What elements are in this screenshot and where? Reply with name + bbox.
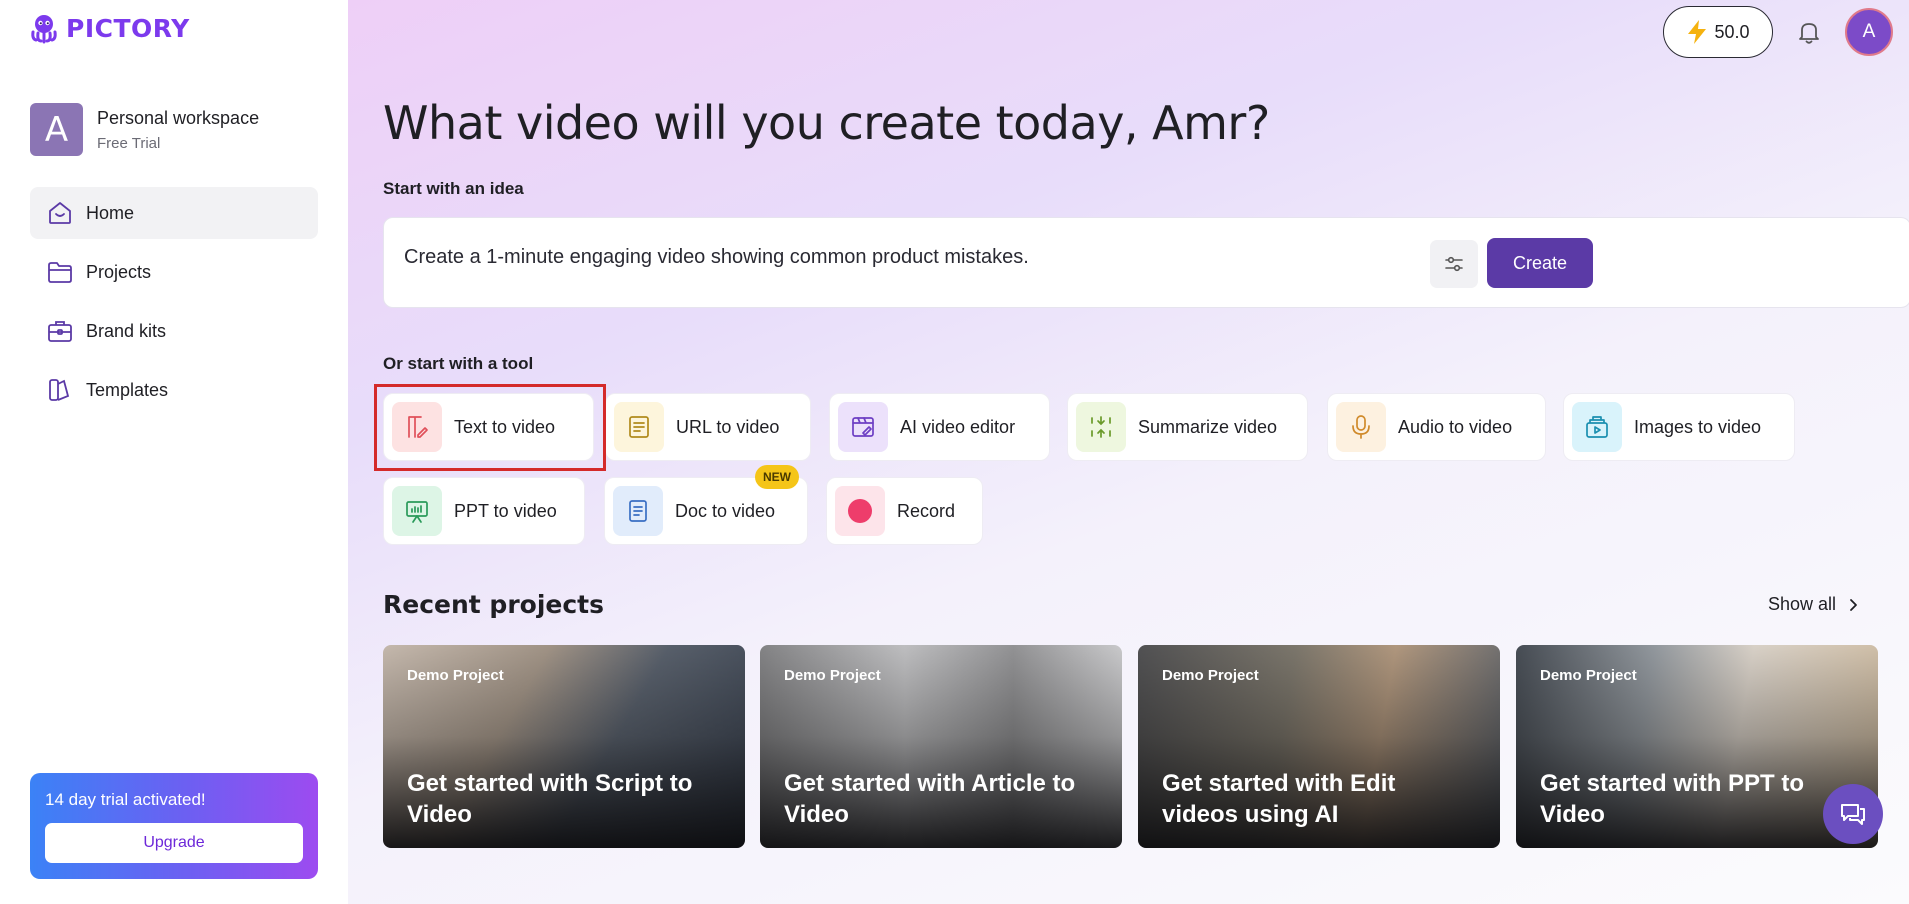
project-card[interactable]: Demo Project Get started with Article to… (760, 645, 1122, 848)
tool-icon-bg (1572, 402, 1622, 452)
tool-icon-bg (392, 486, 442, 536)
chevron-right-icon (1850, 598, 1857, 611)
project-tag: Demo Project (1162, 667, 1259, 684)
home-icon (49, 202, 71, 224)
bell-icon[interactable] (1795, 18, 1823, 46)
brand-name: PICTORY (66, 13, 190, 43)
tool-label: AI video editor (900, 416, 1016, 437)
tool-ai-video-editor[interactable]: AI video editor (829, 393, 1050, 461)
tool-url-to-video[interactable]: URL to video (605, 393, 811, 461)
tool-icon-bg (835, 486, 885, 536)
images-to-video-icon (1586, 416, 1608, 438)
tool-icon-bg (613, 486, 663, 536)
selection-highlight (374, 384, 606, 471)
sidebar-item-label: Home (86, 202, 135, 223)
idea-prompt-box: Create a 1-minute engaging video showing… (383, 217, 1909, 308)
briefcase-icon (48, 321, 72, 342)
prompt-settings-button[interactable] (1430, 240, 1478, 288)
sliders-icon (1445, 256, 1463, 272)
user-avatar[interactable]: A (1845, 8, 1893, 56)
workspace-name: Personal workspace (97, 107, 260, 128)
show-all-label: Show all (1768, 594, 1837, 614)
tool-record[interactable]: Record (826, 477, 983, 545)
sidebar-item-templates[interactable]: Templates (30, 364, 318, 416)
pictory-logo[interactable]: PICTORY (28, 12, 190, 44)
project-tag: Demo Project (407, 667, 504, 684)
topbar: 50.0 A (1663, 6, 1893, 58)
doc-to-video-icon (629, 500, 647, 522)
tool-label: Images to video (1634, 416, 1762, 437)
tool-ppt-to-video[interactable]: PPT to video (383, 477, 585, 545)
workspace-avatar: A (30, 103, 83, 156)
tool-label: Record (897, 500, 956, 521)
templates-icon (49, 379, 70, 401)
workspace-plan: Free Trial (97, 134, 161, 152)
idea-label: Start with an idea (383, 179, 524, 198)
credits-value: 50.0 (1714, 21, 1750, 42)
folder-icon (48, 262, 72, 283)
tool-icon-bg (838, 402, 888, 452)
project-tag: Demo Project (1540, 667, 1637, 684)
trial-banner: 14 day trial activated! Upgrade (30, 773, 318, 879)
sidebar-item-label: Templates (86, 379, 169, 400)
record-icon (848, 499, 872, 523)
project-tag: Demo Project (784, 667, 881, 684)
lightning-icon (1688, 20, 1707, 44)
upgrade-button[interactable]: Upgrade (45, 823, 303, 863)
microphone-icon (1352, 415, 1370, 439)
tool-label: Summarize video (1138, 416, 1278, 437)
sidebar-nav: Home Projects Brand kits Templates (30, 187, 318, 423)
sidebar-item-label: Brand kits (86, 320, 167, 341)
tool-label: URL to video (676, 416, 780, 437)
tool-icon-bg (1076, 402, 1126, 452)
tool-label: Doc to video (675, 500, 776, 521)
new-badge: NEW (755, 465, 799, 489)
tool-icon-bg (1336, 402, 1386, 452)
tool-label: PPT to video (454, 500, 557, 521)
ppt-to-video-icon (406, 501, 428, 523)
project-title: Get started with Article to Video (784, 770, 1076, 828)
project-title: Get started with Edit videos using AI (1162, 770, 1396, 828)
project-card[interactable]: Demo Project Get started with Edit video… (1138, 645, 1500, 848)
sidebar-item-projects[interactable]: Projects (30, 246, 318, 298)
credits-button[interactable]: 50.0 (1663, 6, 1773, 58)
tool-label: Audio to video (1398, 416, 1513, 437)
show-all-link[interactable]: Show all (1768, 594, 1858, 615)
trial-message: 14 day trial activated! (45, 790, 206, 809)
workspace-switcher[interactable]: A Personal workspace Free Trial (30, 103, 259, 156)
recent-projects-title: Recent projects (383, 590, 605, 619)
project-title: Get started with PPT to Video (1540, 770, 1805, 828)
project-card[interactable]: Demo Project Get started with Script to … (383, 645, 745, 848)
idea-input[interactable]: Create a 1-minute engaging video showing… (404, 246, 1029, 269)
chat-support-button[interactable] (1823, 784, 1883, 844)
url-to-video-icon (629, 416, 649, 438)
tool-summarize-video[interactable]: Summarize video (1067, 393, 1308, 461)
create-button[interactable]: Create (1487, 238, 1593, 288)
page-title: What video will you create today, Amr? (383, 96, 1270, 150)
chat-icon (1841, 804, 1865, 825)
octopus-logo-icon (31, 15, 57, 44)
tool-images-to-video[interactable]: Images to video (1563, 393, 1795, 461)
sidebar-item-brand-kits[interactable]: Brand kits (30, 305, 318, 357)
project-title: Get started with Script to Video (407, 770, 693, 828)
sidebar-item-label: Projects (86, 261, 152, 282)
main-content: 50.0 A What video will you create today,… (348, 0, 1909, 904)
summarize-video-icon (1091, 416, 1111, 438)
sidebar-item-home[interactable]: Home (30, 187, 318, 239)
tool-icon-bg (614, 402, 664, 452)
ai-video-editor-icon (852, 417, 874, 437)
sidebar: PICTORY A Personal workspace Free Trial … (0, 0, 348, 904)
tools-label: Or start with a tool (383, 354, 534, 373)
tool-audio-to-video[interactable]: Audio to video (1327, 393, 1546, 461)
